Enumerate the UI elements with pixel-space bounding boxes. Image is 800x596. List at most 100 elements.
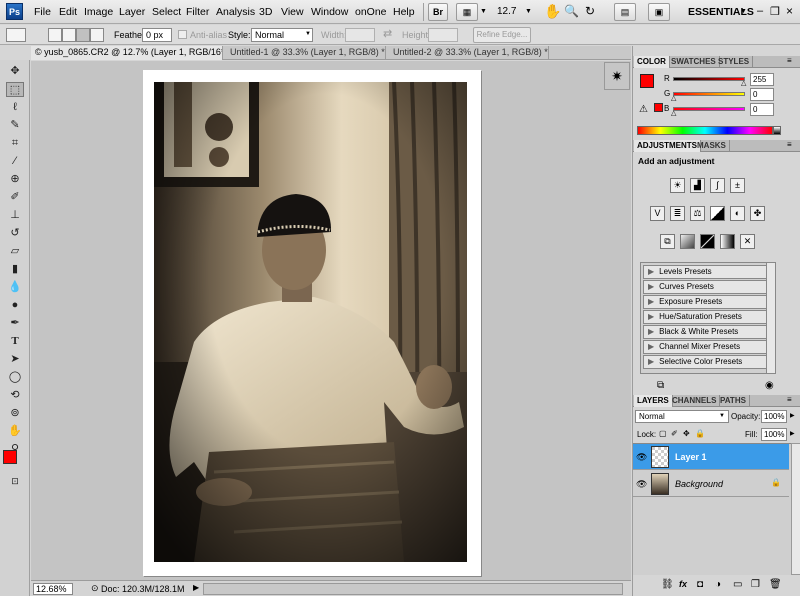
bw-ramp[interactable] bbox=[773, 126, 781, 135]
horizontal-scrollbar[interactable] bbox=[203, 583, 623, 595]
vibrance-icon[interactable]: V bbox=[650, 206, 665, 221]
menu-window[interactable]: Window bbox=[311, 6, 348, 18]
r-slider[interactable] bbox=[673, 77, 745, 81]
tab-styles[interactable]: STYLES bbox=[715, 56, 754, 68]
opacity-input[interactable]: 100% bbox=[761, 410, 787, 423]
menu-analysis[interactable]: Analysis bbox=[216, 6, 255, 18]
preset-selective-color[interactable]: ▶ Selective Color Presets bbox=[643, 355, 769, 369]
zoom-field[interactable]: 12.68% bbox=[33, 583, 73, 595]
lock-transparency-icon[interactable]: ▢ bbox=[659, 429, 667, 438]
menu-file[interactable]: File bbox=[34, 6, 51, 18]
bridge-icon[interactable]: Br bbox=[428, 3, 448, 21]
panel-menu-icon[interactable]: ≡ bbox=[787, 56, 792, 65]
eye-icon[interactable]: 👁 bbox=[636, 479, 647, 490]
menu-view[interactable]: View bbox=[281, 6, 304, 18]
hand-tool-icon[interactable]: ✋ bbox=[6, 424, 24, 439]
levels-icon[interactable]: ▟ bbox=[690, 178, 705, 193]
marquee-preset-icon[interactable] bbox=[6, 28, 26, 42]
lock-position-icon[interactable]: ✥ bbox=[683, 429, 690, 438]
delete-layer-icon[interactable]: 🗑 bbox=[769, 579, 782, 590]
g-slider-handle[interactable]: △ bbox=[671, 94, 676, 102]
new-selection-icon[interactable] bbox=[48, 28, 62, 42]
g-input[interactable]: 0 bbox=[750, 88, 774, 101]
foreground-color-swatch[interactable] bbox=[3, 450, 17, 464]
lock-pixels-icon[interactable]: ✐ bbox=[671, 429, 678, 438]
channel-mixer-icon[interactable]: ✤ bbox=[750, 206, 765, 221]
zoom-icon[interactable]: 🔍 bbox=[564, 4, 579, 18]
brush-tool-icon[interactable]: ✐ bbox=[6, 190, 24, 205]
zoom-level-menu[interactable]: 12.7 bbox=[497, 6, 516, 17]
gradient-map-icon[interactable] bbox=[720, 234, 735, 249]
exposure-icon[interactable]: ± bbox=[730, 178, 745, 193]
3d-rotate-tool-icon[interactable]: ⟲ bbox=[6, 388, 24, 403]
tab-channels[interactable]: CHANNELS bbox=[669, 395, 721, 407]
feather-input[interactable]: 0 px bbox=[142, 28, 172, 42]
color-foreground-swatch[interactable] bbox=[640, 74, 654, 88]
tab-document-1[interactable]: © yusb_0865.CR2 @ 12.7% (Layer 1, RGB/16… bbox=[31, 46, 223, 60]
layer-row-layer-1[interactable]: 👁 Layer 1 bbox=[633, 444, 789, 470]
posterize-icon[interactable] bbox=[680, 234, 695, 249]
menu-select[interactable]: Select bbox=[152, 6, 181, 18]
arrow-right-icon[interactable]: ▶ bbox=[790, 412, 795, 419]
arrow-right-icon[interactable]: ▶ bbox=[790, 430, 795, 437]
tab-document-3[interactable]: Untitled-2 @ 33.3% (Layer 1, RGB/8) * × bbox=[389, 46, 549, 60]
threshold-icon[interactable] bbox=[700, 234, 715, 249]
minimize-icon[interactable]: – bbox=[757, 5, 763, 17]
tab-masks[interactable]: MASKS bbox=[694, 140, 730, 152]
tab-document-2[interactable]: Untitled-1 @ 33.3% (Layer 1, RGB/8) * × bbox=[226, 46, 386, 60]
preset-black-white[interactable]: ▶ Black & White Presets bbox=[643, 325, 769, 339]
eyedropper-tool-icon[interactable]: ⁄ bbox=[6, 154, 24, 169]
presets-scrollbar[interactable] bbox=[766, 262, 776, 374]
width-input[interactable] bbox=[345, 28, 375, 42]
style-select[interactable]: Normal bbox=[251, 28, 313, 42]
eye-icon[interactable]: 👁 bbox=[636, 452, 647, 463]
new-adjustment-icon[interactable]: ◑ bbox=[715, 579, 721, 590]
tab-paths[interactable]: PATHS bbox=[717, 395, 750, 407]
invert-icon[interactable]: ⧉ bbox=[660, 234, 675, 249]
refine-edge-button[interactable]: Refine Edge... bbox=[473, 27, 531, 43]
pen-tool-icon[interactable]: ✒ bbox=[6, 316, 24, 331]
color-balance-icon[interactable]: ⚖ bbox=[690, 206, 705, 221]
layer-style-icon[interactable]: fx bbox=[679, 579, 687, 589]
preset-channel-mixer[interactable]: ▶ Channel Mixer Presets bbox=[643, 340, 769, 354]
preset-levels[interactable]: ▶ Levels Presets bbox=[643, 265, 769, 279]
path-select-tool-icon[interactable]: ➤ bbox=[6, 352, 24, 367]
swap-icon[interactable]: ⇄ bbox=[383, 27, 392, 40]
b-slider[interactable] bbox=[673, 107, 745, 111]
preset-hue-saturation[interactable]: ▶ Hue/Saturation Presets bbox=[643, 310, 769, 324]
tab-swatches[interactable]: SWATCHES bbox=[668, 56, 720, 68]
shape-tool-icon[interactable]: ◯ bbox=[6, 370, 24, 385]
crop-tool-icon[interactable]: ⌗ bbox=[6, 136, 24, 151]
add-mask-icon[interactable]: ◘ bbox=[697, 579, 703, 590]
lasso-tool-icon[interactable]: ℓ bbox=[6, 100, 24, 115]
3d-orbit-tool-icon[interactable]: ⊚ bbox=[6, 406, 24, 421]
tab-color[interactable]: COLOR bbox=[634, 56, 670, 68]
subtract-selection-icon[interactable] bbox=[76, 28, 90, 42]
view-extras-icon[interactable]: ▦ bbox=[456, 3, 478, 21]
height-input[interactable] bbox=[428, 28, 458, 42]
b-input[interactable]: 0 bbox=[750, 103, 774, 116]
quick-select-tool-icon[interactable]: ✎ bbox=[6, 118, 24, 133]
restore-icon[interactable]: ❐ bbox=[770, 5, 780, 18]
hue-saturation-icon[interactable]: ≣ bbox=[670, 206, 685, 221]
photo-filter-icon[interactable]: ◐ bbox=[730, 206, 745, 221]
color-spectrum-ramp[interactable] bbox=[637, 126, 773, 135]
close-icon[interactable]: × bbox=[786, 4, 793, 18]
layers-scrollbar[interactable] bbox=[791, 443, 800, 575]
curves-icon[interactable]: ∫ bbox=[710, 178, 725, 193]
quick-mask-icon[interactable]: ⊡ bbox=[6, 474, 24, 489]
move-tool-icon[interactable]: ✥ bbox=[6, 64, 24, 79]
layer-row-background[interactable]: 👁 Background 🔒 bbox=[633, 471, 789, 497]
history-brush-tool-icon[interactable]: ↺ bbox=[6, 226, 24, 241]
fill-input[interactable]: 100% bbox=[761, 428, 787, 441]
dodge-tool-icon[interactable]: ● bbox=[6, 298, 24, 313]
selective-color-icon[interactable]: ✕ bbox=[740, 234, 755, 249]
r-input[interactable]: 255 bbox=[750, 73, 774, 86]
panel-menu-icon[interactable]: ≡ bbox=[787, 140, 792, 149]
menu-layer[interactable]: Layer bbox=[119, 6, 145, 18]
blend-mode-select[interactable]: Normal bbox=[635, 410, 729, 423]
tab-layers[interactable]: LAYERS bbox=[634, 395, 673, 407]
panel-menu-icon[interactable]: ≡ bbox=[787, 395, 792, 404]
menu-onone[interactable]: onOne bbox=[355, 6, 387, 18]
preset-curves[interactable]: ▶ Curves Presets bbox=[643, 280, 769, 294]
